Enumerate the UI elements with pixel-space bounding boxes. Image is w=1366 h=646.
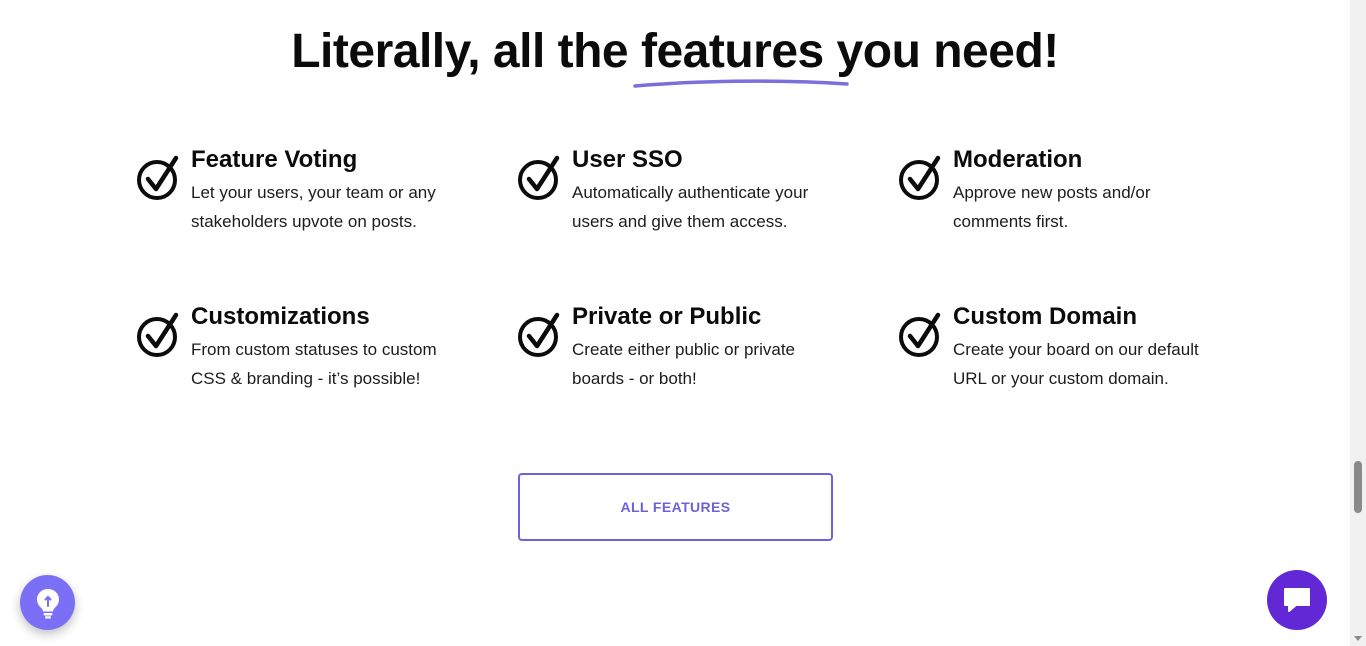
feature-description: From custom statuses to custom CSS & bra… <box>191 340 437 388</box>
feature-title: Private or Public <box>572 303 762 330</box>
chat-button[interactable] <box>1267 570 1327 630</box>
headline-after: you need! <box>823 25 1060 78</box>
check-circle-icon <box>899 312 941 357</box>
features-page: Literally, all the features you need! Fe… <box>0 0 1366 646</box>
check-circle-icon <box>518 312 560 357</box>
headline-highlight: features <box>633 24 849 88</box>
feature-title: Customizations <box>191 303 370 330</box>
feature-description: Automatically authenticate your users an… <box>572 183 809 231</box>
page-scrollbar[interactable] <box>1350 0 1366 646</box>
chat-bubble-icon <box>1284 588 1310 612</box>
check-circle-icon <box>518 155 560 200</box>
feature-title: Feature Voting <box>191 146 358 173</box>
check-circle-icon <box>899 155 941 200</box>
feature-description: Let your users, your team or any stakeho… <box>191 183 436 231</box>
underline-decoration <box>633 79 849 88</box>
feature-description: Approve new posts and/or comments first. <box>953 183 1151 231</box>
page-headline: Literally, all the features you need! <box>0 24 1350 88</box>
feature-description: Create your board on our default URL or … <box>953 340 1199 388</box>
feature-title: User SSO <box>572 146 683 173</box>
scroll-down-arrow-icon[interactable] <box>1354 636 1362 641</box>
lightbulb-icon <box>36 588 59 618</box>
all-features-button[interactable]: ALL FEATURES <box>518 473 833 541</box>
idea-button[interactable] <box>20 575 75 630</box>
feature-description: Create either public or private boards -… <box>572 340 796 388</box>
feature-title: Custom Domain <box>953 303 1138 330</box>
check-circle-icon <box>137 312 179 357</box>
scrollbar-thumb[interactable] <box>1354 461 1362 513</box>
feature-title: Moderation <box>953 146 1083 173</box>
check-circle-icon <box>137 155 179 200</box>
headline-highlight-text: features <box>640 25 824 78</box>
headline-before: Literally, all the <box>291 25 641 78</box>
